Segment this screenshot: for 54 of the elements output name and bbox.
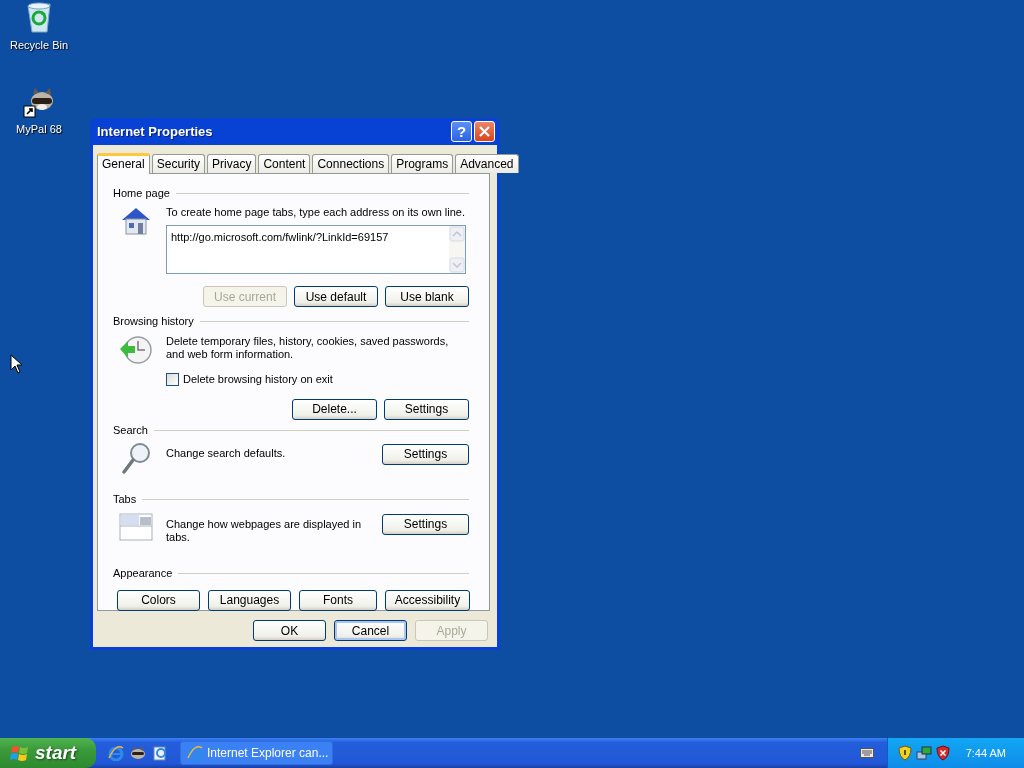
desktop-icon-label[interactable]: MyPal 68 [16,121,62,138]
shield-icon[interactable] [897,745,912,761]
desktop-icon-label[interactable]: Recycle Bin [9,37,69,54]
accessibility-button[interactable]: Accessibility [385,589,470,611]
close-button[interactable] [474,121,495,142]
start-button[interactable]: start [0,738,96,768]
checkbox-label[interactable]: Delete browsing history on exit [183,371,333,388]
languages-button[interactable]: Languages [208,589,291,611]
section-heading: Home page [113,185,170,201]
use-default-button[interactable]: Use default [294,286,378,307]
use-blank-button[interactable]: Use blank [385,286,469,307]
search-icon [119,440,152,475]
input-field[interactable]: http://go.microsoft.com/fwlink/?LinkId=69157 [166,225,466,274]
description-text: Change search defaults. [166,445,287,461]
section-heading: Browsing history [113,313,194,329]
tab[interactable]: General [97,153,150,174]
tab[interactable]: Programs [391,154,454,173]
close-icon [479,126,490,137]
section-heading: Search [113,423,148,439]
checkbox[interactable] [166,372,179,386]
windows-flag-icon [10,744,30,762]
delete-button[interactable]: Delete... [292,398,377,420]
taskbar-button[interactable]: Internet Explorer can... [180,741,333,765]
settings-button[interactable]: Settings [382,513,469,535]
section-heading: Tabs [113,492,137,508]
fonts-button[interactable]: Fonts [299,589,377,611]
settings-button[interactable]: Settings [384,398,469,420]
document-icon[interactable] [152,745,168,761]
tab[interactable]: Security [151,154,206,173]
ok-button[interactable]: OK [253,620,326,641]
raccoon-icon [23,86,55,118]
description-text: Delete temporary files, history, cookies, saved passwords, and web form information. [166,335,450,361]
tab[interactable]: Privacy [207,154,257,173]
keyboard-icon[interactable] [859,748,874,758]
help-button[interactable]: ? [451,121,472,142]
tabs-icon [118,510,153,541]
section-heading: Appearance [113,566,173,582]
settings-button[interactable]: Settings [382,443,469,465]
shield-icon[interactable] [935,745,950,761]
scrollbar [449,226,465,273]
window-title: Internet Properties [96,122,214,141]
clock-icon [117,335,154,367]
raccoon-icon[interactable] [130,745,146,761]
network-icon[interactable] [915,745,932,761]
cursor-icon [10,354,22,374]
tab[interactable]: Advanced [455,154,519,173]
browser-icon[interactable] [108,745,124,761]
colors-button[interactable]: Colors [117,589,200,611]
tab[interactable]: Connections [312,154,390,173]
clock-text: 7:44 AM [965,745,1006,761]
tab[interactable]: Content [258,154,311,173]
description-text: To create home page tabs, type each address on its own line. [166,206,466,219]
cancel-button[interactable]: Cancel [334,620,407,641]
description-text: Change how webpages are displayed in tabs. [166,516,363,544]
